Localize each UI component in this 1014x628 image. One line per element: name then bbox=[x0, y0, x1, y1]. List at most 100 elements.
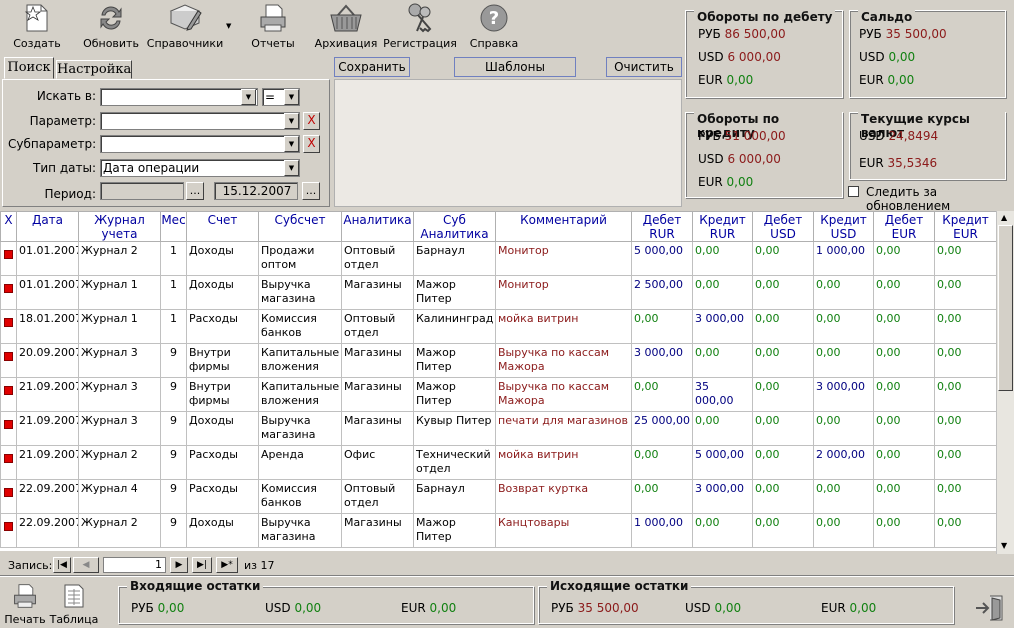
col-header-credit-rur[interactable]: Кредит RUR bbox=[692, 211, 753, 242]
record-number-field[interactable]: 1 bbox=[103, 557, 166, 573]
search-in-select[interactable] bbox=[100, 88, 258, 106]
cell-debit-eur[interactable]: 0,00 bbox=[873, 513, 935, 548]
cell-debit-eur[interactable]: 0,00 bbox=[873, 241, 935, 276]
cell-subaccount[interactable]: Капитальные вложения bbox=[258, 343, 342, 378]
col-header-debit-eur[interactable]: Дебет EUR bbox=[873, 211, 935, 242]
cell-comment[interactable]: Канцтовары bbox=[495, 513, 632, 548]
cell-debit-usd[interactable]: 0,00 bbox=[752, 513, 814, 548]
cell-credit-usd[interactable]: 0,00 bbox=[813, 275, 874, 310]
cell-date[interactable]: 01.01.2007 bbox=[16, 275, 79, 310]
search-in-dropdown-icon[interactable]: ▼ bbox=[241, 89, 256, 105]
watch-updates-checkbox[interactable] bbox=[848, 186, 859, 197]
cell-subanalytics[interactable]: Барнаул bbox=[413, 479, 496, 514]
cell-account[interactable]: Внутри фирмы bbox=[186, 377, 259, 412]
cell-subanalytics[interactable]: Технический отдел bbox=[413, 445, 496, 480]
cell-date[interactable]: 20.09.2007 bbox=[16, 343, 79, 378]
cell-credit-rur[interactable]: 3 000,00 bbox=[692, 479, 753, 514]
param-dropdown-icon[interactable]: ▼ bbox=[284, 113, 299, 129]
table-row[interactable]: 01.01.2007 Журнал 2 1 Доходы Продажи оптом Оп… bbox=[0, 241, 996, 276]
cell-analytics[interactable]: Офис bbox=[341, 445, 414, 480]
cell-subaccount[interactable]: Аренда bbox=[258, 445, 342, 480]
col-header-analytics[interactable]: Аналитика bbox=[341, 211, 414, 242]
cell-subanalytics[interactable]: Мажор Питер bbox=[413, 377, 496, 412]
cell-debit-eur[interactable]: 0,00 bbox=[873, 377, 935, 412]
cell-credit-rur[interactable]: 3 000,00 bbox=[692, 309, 753, 344]
table-row[interactable]: 21.09.2007 Журнал 3 9 Доходы Выручка магазин… bbox=[0, 411, 996, 446]
cell-credit-rur[interactable]: 0,00 bbox=[692, 343, 753, 378]
print-button[interactable]: Печать bbox=[4, 578, 46, 626]
cell-subaccount[interactable]: Капитальные вложения bbox=[258, 377, 342, 412]
cell-subaccount[interactable]: Выручка магазина bbox=[258, 411, 342, 446]
cell-credit-rur[interactable]: 0,00 bbox=[692, 411, 753, 446]
cell-month[interactable]: 9 bbox=[160, 445, 187, 480]
row-marker[interactable] bbox=[0, 309, 17, 344]
cell-credit-rur[interactable]: 0,00 bbox=[692, 275, 753, 310]
period-from-field[interactable] bbox=[100, 182, 184, 200]
cell-debit-usd[interactable]: 0,00 bbox=[752, 479, 814, 514]
operations-table[interactable]: X Дата Журнал учета Мес Счет Субсчет Ана… bbox=[0, 211, 996, 551]
cell-subanalytics[interactable]: Калининград bbox=[413, 309, 496, 344]
row-marker[interactable] bbox=[0, 275, 17, 310]
reports-button[interactable]: Отчеты bbox=[248, 0, 298, 50]
table-row[interactable]: 21.09.2007 Журнал 3 9 Внутри фирмы Капитальн… bbox=[0, 377, 996, 412]
cell-credit-usd[interactable]: 3 000,00 bbox=[813, 377, 874, 412]
cell-account[interactable]: Расходы bbox=[186, 445, 259, 480]
col-header-subaccount[interactable]: Субсчет bbox=[258, 211, 342, 242]
table-row[interactable]: 21.09.2007 Журнал 2 9 Расходы Аренда Офис Техн… bbox=[0, 445, 996, 480]
period-to-picker-button[interactable]: ... bbox=[302, 182, 320, 200]
cell-subaccount[interactable]: Выручка магазина bbox=[258, 513, 342, 548]
cell-credit-usd[interactable]: 2 000,00 bbox=[813, 445, 874, 480]
cell-credit-rur[interactable]: 0,00 bbox=[692, 241, 753, 276]
cell-analytics[interactable]: Оптовый отдел bbox=[341, 241, 414, 276]
row-marker[interactable] bbox=[0, 479, 17, 514]
cell-debit-rur[interactable]: 25 000,00 bbox=[631, 411, 693, 446]
cell-analytics[interactable]: Оптовый отдел bbox=[341, 479, 414, 514]
col-header-credit-usd[interactable]: Кредит USD bbox=[813, 211, 874, 242]
period-from-picker-button[interactable]: ... bbox=[186, 182, 204, 200]
cell-date[interactable]: 21.09.2007 bbox=[16, 411, 79, 446]
cell-credit-rur[interactable]: 35 000,00 bbox=[692, 377, 753, 412]
cell-debit-usd[interactable]: 0,00 bbox=[752, 411, 814, 446]
cell-account[interactable]: Расходы bbox=[186, 309, 259, 344]
row-marker[interactable] bbox=[0, 411, 17, 446]
cell-month[interactable]: 9 bbox=[160, 513, 187, 548]
cell-subanalytics[interactable]: Мажор Питер bbox=[413, 343, 496, 378]
col-header-debit-rur[interactable]: Дебет RUR bbox=[631, 211, 693, 242]
date-type-dropdown-icon[interactable]: ▼ bbox=[284, 160, 299, 176]
cell-debit-usd[interactable]: 0,00 bbox=[752, 343, 814, 378]
cell-comment[interactable]: Монитор bbox=[495, 241, 632, 276]
cell-debit-rur[interactable]: 1 000,00 bbox=[631, 513, 693, 548]
tab-settings[interactable]: Настройка bbox=[56, 60, 132, 79]
cell-credit-usd[interactable]: 1 000,00 bbox=[813, 241, 874, 276]
cell-debit-eur[interactable]: 0,00 bbox=[873, 309, 935, 344]
cell-subaccount[interactable]: Выручка магазина bbox=[258, 275, 342, 310]
cell-debit-eur[interactable]: 0,00 bbox=[873, 411, 935, 446]
cell-date[interactable]: 01.01.2007 bbox=[16, 241, 79, 276]
col-header-debit-usd[interactable]: Дебет USD bbox=[752, 211, 814, 242]
cell-debit-usd[interactable]: 0,00 bbox=[752, 377, 814, 412]
cell-comment[interactable]: Выручка по кассам Мажора bbox=[495, 343, 632, 378]
cell-credit-usd[interactable]: 0,00 bbox=[813, 343, 874, 378]
cell-credit-eur[interactable]: 0,00 bbox=[934, 275, 996, 310]
col-header-month[interactable]: Мес bbox=[160, 211, 187, 242]
cell-journal[interactable]: Журнал 2 bbox=[78, 513, 161, 548]
cell-debit-usd[interactable]: 0,00 bbox=[752, 445, 814, 480]
cell-subanalytics[interactable]: Мажор Питер bbox=[413, 275, 496, 310]
archive-button[interactable]: Архивация bbox=[315, 0, 377, 50]
cell-journal[interactable]: Журнал 1 bbox=[78, 309, 161, 344]
cell-debit-eur[interactable]: 0,00 bbox=[873, 445, 935, 480]
cell-subanalytics[interactable]: Барнаул bbox=[413, 241, 496, 276]
cell-month[interactable]: 1 bbox=[160, 309, 187, 344]
row-marker[interactable] bbox=[0, 377, 17, 412]
cell-subanalytics[interactable]: Кувыр Питер bbox=[413, 411, 496, 446]
col-header-subanalytics[interactable]: Суб Аналитика bbox=[413, 211, 496, 242]
filter-list-box[interactable] bbox=[334, 79, 682, 207]
row-marker[interactable] bbox=[0, 513, 17, 548]
cell-credit-eur[interactable]: 0,00 bbox=[934, 411, 996, 446]
cell-credit-eur[interactable]: 0,00 bbox=[934, 377, 996, 412]
tab-search[interactable]: Поиск bbox=[4, 57, 54, 79]
cell-journal[interactable]: Журнал 4 bbox=[78, 479, 161, 514]
table-row[interactable]: 22.09.2007 Журнал 2 9 Доходы Выручка магазин… bbox=[0, 513, 996, 548]
cell-subanalytics[interactable]: Мажор Питер bbox=[413, 513, 496, 548]
cell-credit-eur[interactable]: 0,00 bbox=[934, 445, 996, 480]
